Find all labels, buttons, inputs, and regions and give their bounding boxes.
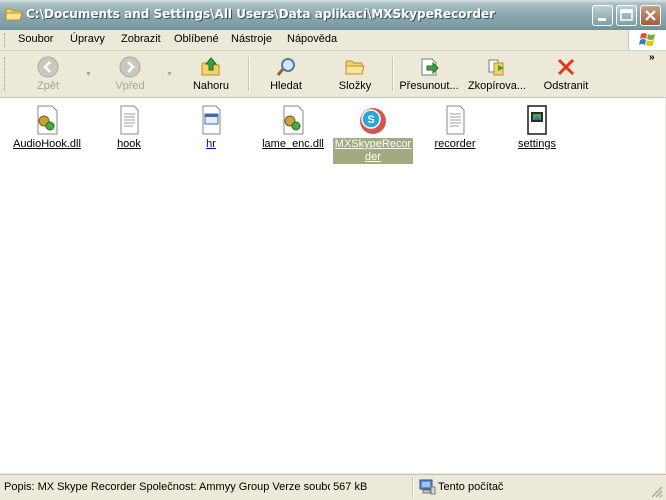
- skype-recorder-icon: S: [360, 108, 386, 134]
- delete-label: Odstranit: [543, 80, 589, 92]
- toolbar: Zpět ▼ Vpřed ▼ Nahoru Hledat Složky Přes…: [0, 51, 666, 98]
- my-computer-icon: [419, 479, 436, 495]
- windows-logo: [628, 30, 666, 50]
- maximize-button[interactable]: [616, 5, 637, 26]
- menu-napoveda[interactable]: Nápověda: [287, 33, 337, 45]
- html-file-icon: [202, 105, 221, 135]
- copy-to-label: Zkopírova...: [467, 80, 527, 92]
- move-to-button[interactable]: Přesunout...: [396, 54, 462, 94]
- file-item[interactable]: lame_enc.dll: [253, 104, 333, 151]
- menu-upravy[interactable]: Úpravy: [70, 33, 105, 45]
- windows-flag-icon: [639, 33, 655, 46]
- file-item-selected[interactable]: S MXSkypeRecorder: [333, 104, 413, 164]
- status-size: 567 kB: [333, 481, 368, 493]
- file-name: recorder: [434, 138, 476, 150]
- back-arrow-icon: [37, 56, 59, 78]
- delete-button[interactable]: Odstranit: [538, 54, 594, 94]
- file-item[interactable]: recorder: [415, 104, 495, 151]
- text-file-icon: [120, 105, 139, 135]
- search-button[interactable]: Hledat: [266, 54, 306, 94]
- folder-icon: [5, 8, 23, 21]
- file-name: settings: [518, 138, 556, 150]
- search-icon: [276, 58, 295, 76]
- file-name: hr: [206, 138, 216, 150]
- toolbar-overflow-chevron-icon[interactable]: »: [649, 52, 655, 63]
- text-file-icon: [446, 105, 465, 135]
- window-title: C:\Documents and Settings\All Users\Data…: [26, 7, 496, 21]
- status-location: Tento počítač: [438, 481, 504, 493]
- search-label: Hledat: [270, 80, 302, 92]
- menu-oblibene[interactable]: Oblíbené: [174, 33, 219, 45]
- resize-grip-icon[interactable]: [650, 485, 664, 499]
- toolbar-separator: [392, 57, 394, 91]
- delete-x-icon: [557, 58, 575, 76]
- copy-to-button[interactable]: Zkopírova...: [464, 54, 530, 94]
- folders-icon: [345, 60, 365, 75]
- dll-icon: [37, 105, 58, 135]
- file-name: lame_enc.dll: [262, 138, 324, 150]
- move-to-icon: [421, 58, 439, 76]
- up-button[interactable]: Nahoru: [188, 54, 234, 94]
- back-button[interactable]: Zpět: [28, 54, 68, 94]
- file-item[interactable]: hr: [171, 104, 251, 151]
- file-name: AudioHook.dll: [13, 138, 81, 150]
- minimize-icon: [598, 18, 606, 21]
- forward-button[interactable]: Vpřed: [110, 54, 150, 94]
- dll-icon: [283, 105, 304, 135]
- up-label: Nahoru: [192, 80, 230, 92]
- copy-to-icon: [488, 59, 504, 76]
- folders-button[interactable]: Složky: [334, 54, 376, 94]
- file-item[interactable]: AudioHook.dll: [7, 104, 87, 151]
- file-list: AudioHook.dll hook hr lame_enc.dll S MXS…: [0, 98, 665, 473]
- forward-label: Vpřed: [115, 80, 145, 92]
- status-bar: Popis: MX Skype Recorder Společnost: Amm…: [0, 474, 666, 500]
- menu-bar: Soubor Úpravy Zobrazit Oblíbené Nástroje…: [0, 30, 666, 51]
- toolbar-grip: [4, 57, 8, 91]
- svg-text:S: S: [367, 114, 374, 126]
- close-button[interactable]: [640, 5, 661, 26]
- file-name: MXSkypeRecorder: [333, 138, 413, 164]
- menu-grip: [4, 33, 8, 47]
- file-name: hook: [117, 138, 141, 150]
- menu-nastroje[interactable]: Nástroje: [231, 33, 272, 45]
- maximize-icon: [620, 9, 633, 21]
- status-description: Popis: MX Skype Recorder Společnost: Amm…: [4, 481, 410, 493]
- status-separator: [412, 477, 414, 497]
- minimize-button[interactable]: [592, 5, 613, 26]
- status-description-text: Popis: MX Skype Recorder Společnost: Amm…: [4, 481, 330, 493]
- toolbar-separator: [248, 57, 250, 91]
- file-item[interactable]: settings: [497, 104, 577, 151]
- forward-arrow-icon: [119, 56, 141, 78]
- image-file-icon: [527, 105, 547, 135]
- title-bar[interactable]: C:\Documents and Settings\All Users\Data…: [0, 0, 666, 31]
- menu-zobrazit[interactable]: Zobrazit: [121, 33, 161, 45]
- folder-up-icon: [201, 57, 220, 76]
- explorer-window: C:\Documents and Settings\All Users\Data…: [0, 0, 666, 500]
- folders-label: Složky: [338, 80, 372, 92]
- move-to-label: Přesunout...: [399, 80, 459, 92]
- back-label: Zpět: [36, 80, 59, 92]
- back-dropdown-icon[interactable]: ▼: [85, 71, 92, 78]
- forward-dropdown-icon[interactable]: ▼: [166, 71, 173, 78]
- menu-soubor[interactable]: Soubor: [18, 33, 53, 45]
- file-item[interactable]: hook: [89, 104, 169, 151]
- close-icon: [645, 10, 656, 21]
